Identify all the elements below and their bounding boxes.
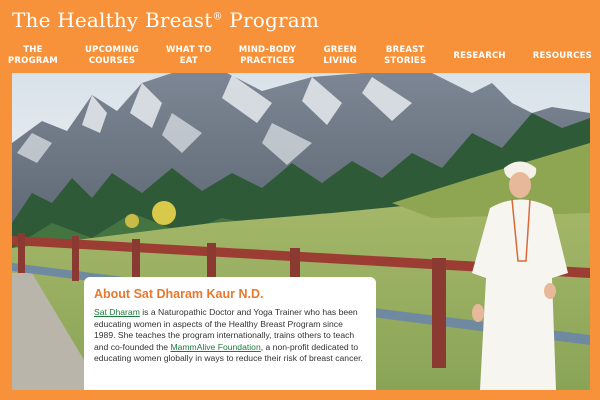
nav-item-resources[interactable]: Resources [531, 51, 594, 62]
nav-item-the-program[interactable]: The Program [6, 45, 60, 67]
nav-line: Courses [88, 56, 136, 66]
autumn-tree [125, 214, 139, 228]
site-title-text: The Healthy Breast [12, 8, 213, 32]
nav-line: Practices [240, 56, 295, 66]
nav-line: The [23, 45, 43, 55]
trademark-symbol: ® [212, 11, 223, 23]
fence-post [72, 236, 79, 281]
about-card: About Sat Dharam Kaur N.D. Sat Dharam is… [84, 277, 376, 390]
nav-item-breast-stories[interactable]: Breast Stories [382, 45, 428, 67]
nav-line: Green [323, 45, 357, 55]
main-nav: The Program Upcoming Courses What to Eat… [6, 43, 594, 69]
nav-line: Eat [179, 56, 198, 66]
nav-line: Resources [532, 50, 592, 61]
about-paragraph: Sat Dharam is a Naturopathic Doctor and … [94, 307, 366, 365]
nav-item-mind-body-practices[interactable]: Mind-Body Practices [237, 45, 299, 67]
fence-post [18, 233, 25, 273]
nav-line: Stories [384, 56, 427, 66]
autumn-tree [152, 201, 176, 225]
mammalive-foundation-link[interactable]: MammAlive Foundation [170, 342, 260, 352]
nav-line: Research [453, 50, 506, 61]
nav-line: Mind-Body [238, 45, 297, 55]
nav-line: What to [166, 45, 212, 55]
site-title[interactable]: The Healthy Breast® Program [12, 8, 319, 32]
sat-dharam-link[interactable]: Sat Dharam [94, 307, 140, 317]
nav-line: Breast [385, 45, 425, 55]
face [509, 172, 531, 198]
nav-line: Program [8, 56, 58, 66]
hand [472, 304, 484, 322]
nav-item-research[interactable]: Research [451, 51, 507, 62]
fence-post [432, 258, 446, 368]
nav-item-upcoming-courses[interactable]: Upcoming Courses [83, 45, 141, 67]
nav-item-green-living[interactable]: Green Living [321, 45, 359, 67]
hand [544, 283, 556, 299]
nav-line: Upcoming [85, 45, 139, 55]
nav-line: Living [323, 56, 357, 66]
about-title: About Sat Dharam Kaur N.D. [94, 287, 264, 301]
nav-item-what-to-eat[interactable]: What to Eat [164, 45, 214, 67]
site-title-suffix: Program [229, 8, 319, 32]
